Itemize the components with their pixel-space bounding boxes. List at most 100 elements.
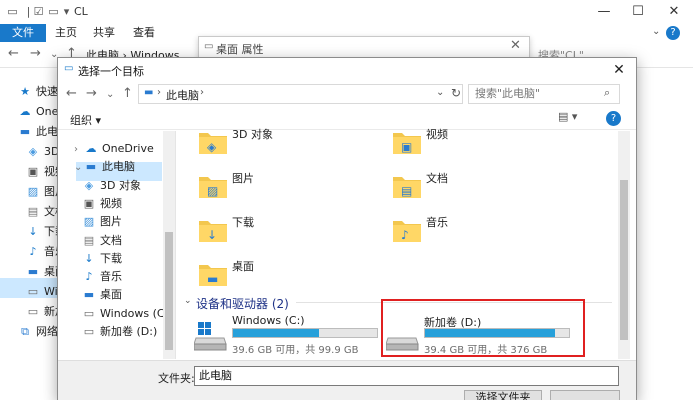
document-folder-icon: ▤ [392, 172, 422, 198]
cloud-icon: ☁ [19, 105, 31, 118]
folder-item[interactable]: ↓ 下载 [198, 210, 388, 252]
new-folder-icon[interactable]: ▭ [47, 5, 60, 18]
drive-item[interactable]: Windows (C:) 39.6 GB 可用，共 99.9 GB [193, 312, 384, 356]
nav-item-label: 视频 [100, 196, 122, 210]
drive-icon: ▭ [27, 305, 39, 318]
folder-label: 下载 [232, 216, 254, 229]
select-folder-button[interactable]: 选择文件夹 [464, 390, 542, 400]
star-icon: ★ [20, 85, 30, 98]
download-folder-icon: ↓ [198, 216, 228, 242]
music-icon: ♪ [29, 245, 37, 258]
folder-item[interactable]: ▬ 桌面 [198, 254, 388, 296]
drive-icon: ▭ [27, 285, 39, 298]
collapse-chevron-icon[interactable]: ⌄ [74, 158, 84, 177]
chevron-right-icon[interactable]: › [200, 87, 204, 98]
search-input[interactable]: 搜索"此电脑" [468, 84, 620, 104]
chevron-down-icon[interactable]: ▾ [60, 5, 73, 18]
folder-label: 3D 对象 [232, 128, 273, 141]
quick-access-folder-icon[interactable]: ▭ [6, 5, 19, 18]
nav-item[interactable]: ▣ 视频 [82, 194, 122, 213]
back-arrow-icon[interactable]: ← [66, 86, 77, 101]
folder-label: 文件夹: [158, 372, 195, 385]
forward-arrow-icon[interactable]: → [86, 86, 97, 101]
folder-item[interactable]: ▤ 文档 [392, 166, 582, 208]
nav-item[interactable]: ♪ 音乐 [82, 267, 122, 286]
window-title: CL [74, 5, 88, 18]
ribbon-expand-icon[interactable]: ⌄ [652, 26, 660, 37]
group-header-drives[interactable]: 设备和驱动器 (2) [196, 295, 289, 312]
recent-chevron-icon[interactable]: ⌄ [106, 89, 114, 100]
video-icon: ▣ [27, 165, 39, 178]
picture-icon: ▨ [27, 185, 39, 198]
back-arrow-icon[interactable]: ← [8, 46, 19, 61]
help-icon[interactable]: ? [666, 26, 680, 40]
nav-item-label: 文档 [100, 233, 122, 247]
organize-button[interactable]: 组织 ▾ [70, 112, 101, 128]
picture-folder-icon: ▨ [198, 172, 228, 198]
tab-home[interactable]: 主页 [55, 24, 77, 42]
dialog-app-icon: ▭ [64, 63, 74, 74]
folder-item[interactable]: ◈ 3D 对象 [198, 122, 388, 164]
refresh-icon[interactable]: ↻ [451, 86, 461, 100]
dialog-titlebar [58, 58, 636, 82]
folder-overlay-icon: ↓ [207, 228, 218, 242]
desktop-icon: ▬ [83, 288, 95, 302]
nav-item[interactable]: ⌄ ▬ 此电脑 [74, 157, 135, 176]
folder-overlay-icon: ▨ [207, 184, 219, 198]
folder-label: 视频 [426, 128, 448, 141]
nav-item[interactable]: ▭ 新加卷 (D:) [82, 322, 157, 341]
nav-item[interactable]: ▤ 文档 [82, 231, 122, 250]
chevron-down-icon[interactable]: ⌄ [436, 87, 444, 98]
music-folder-icon: ♪ [392, 216, 422, 242]
expand-chevron-icon[interactable]: › [74, 140, 84, 159]
windows-drive-icon [193, 322, 228, 351]
checkbox-icon[interactable]: ☑ [32, 5, 45, 18]
nav-item[interactable]: ◈ 3D 对象 [82, 176, 141, 195]
nav-item[interactable]: ▬ 桌面 [82, 285, 122, 304]
drive-label: Windows (C:) [232, 314, 305, 327]
close-icon[interactable]: ✕ [664, 3, 684, 21]
tab-file[interactable]: 文件 [0, 24, 46, 42]
nav-item-label: 此电脑 [102, 160, 135, 174]
background-nav-pane: ★ 快速访 ☁ OneD ▬ 此电脑 ◈ 3D ▣ 视频 ▨ 图片 ▤ 文档 ↓ 下载 ♪ 音乐 ▬ 桌面 ▭ Win ▭ 新… [0, 70, 70, 400]
drive-icon: ▭ [83, 325, 95, 338]
music-icon: ♪ [85, 270, 93, 284]
drive-usage-bar [232, 328, 378, 338]
background-titlebar [0, 0, 693, 24]
document-icon: ▤ [83, 233, 95, 247]
folder-label: 音乐 [426, 216, 448, 229]
folder-label: 桌面 [232, 260, 254, 273]
content-scrollbar-thumb[interactable] [620, 180, 628, 340]
folder-item[interactable]: ▣ 视频 [392, 122, 582, 164]
nav-item-label: 新加卷 (D:) [100, 325, 158, 338]
collapse-chevron-icon[interactable]: ⌄ [184, 296, 192, 306]
cloud-icon: ☁ [85, 142, 97, 155]
tab-share[interactable]: 共享 [93, 24, 115, 42]
pc-icon: ▬ [19, 125, 31, 138]
dialog-nav-pane: › ☁ OneDrive ⌄ ▬ 此电脑 ◈ 3D 对象 ▣ 视频 ▨ 图片 ▤ 文档 ↓ 下载 ♪ 音乐 ▬ 桌面 ▭… [58, 131, 176, 359]
nav-item[interactable]: ↓ 下载 [82, 249, 122, 268]
close-icon[interactable]: ✕ [608, 60, 630, 80]
minimize-icon[interactable]: — [594, 3, 614, 21]
cancel-button[interactable] [550, 390, 620, 400]
up-arrow-icon[interactable]: ↑ [122, 86, 133, 101]
nav-item[interactable]: ▭ Windows (C:) [82, 304, 173, 323]
maximize-icon[interactable]: ☐ [628, 3, 648, 21]
nav-item-label: 图片 [100, 215, 122, 229]
help-icon[interactable]: ? [606, 111, 621, 126]
folder-item[interactable]: ▨ 图片 [198, 166, 388, 208]
video-icon: ▣ [83, 196, 95, 210]
folder-input[interactable]: 此电脑 [194, 366, 619, 386]
nav-scrollbar-thumb[interactable] [165, 232, 173, 350]
address-text[interactable]: 此电脑 [166, 87, 199, 103]
nav-item[interactable]: ▨ 图片 [82, 212, 122, 231]
dialog-title: 选择一个目标 [78, 65, 144, 78]
close-icon[interactable]: ✕ [510, 38, 521, 53]
tab-view[interactable]: 查看 [133, 24, 155, 42]
folder-item[interactable]: ♪ 音乐 [392, 210, 582, 252]
nav-item[interactable]: › ☁ OneDrive [74, 139, 154, 158]
nav-item-label: 下载 [100, 251, 122, 265]
forward-arrow-icon[interactable]: → [30, 46, 41, 61]
nav-item-label: 桌面 [100, 288, 122, 302]
folder-overlay-icon: ▣ [401, 140, 413, 154]
